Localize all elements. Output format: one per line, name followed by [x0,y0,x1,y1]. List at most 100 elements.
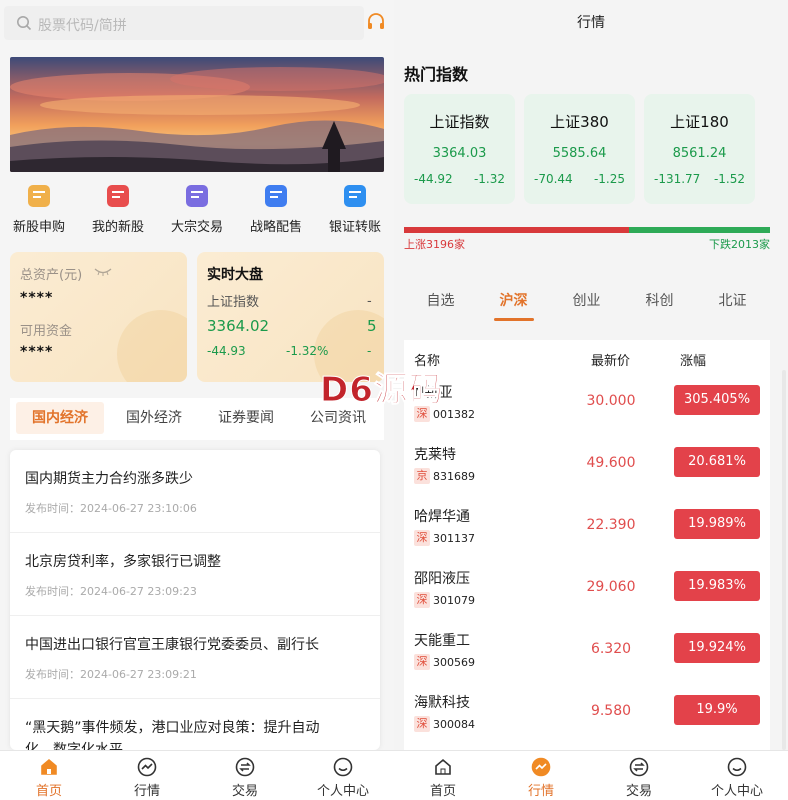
market-badge: 深 [414,654,430,670]
page-title: 行情 [577,15,605,31]
assets-card[interactable]: 总资产(元) **** 可用资金 **** [10,252,187,382]
stock-code: 831689 [433,470,475,483]
news-tab-2[interactable]: 证券要闻 [202,398,290,438]
news-tab-1[interactable]: 国外经济 [110,398,198,438]
quick-action-4[interactable]: 银证转账 [316,182,394,235]
quick-action-label: 银证转账 [328,220,381,235]
stock-name: 海默科技 [414,695,470,711]
stock-price: 49.600 [586,455,636,471]
index-card-price: 5585.64 [552,146,607,161]
hot-indices-title: 热门指数 [404,65,469,84]
tab-trade[interactable]: 交易 [590,751,688,800]
decline-count: 下跌2013家 [709,238,770,251]
search-icon [17,16,32,31]
advance-count: 上涨3196家 [404,238,465,251]
eye-closed-icon[interactable] [94,267,112,277]
total-assets-value: **** [20,290,54,306]
tab-trade[interactable]: 交易 [196,751,294,800]
next-index-price: 5 [367,317,377,335]
trade-icon [629,757,649,777]
stock-price: 29.060 [586,579,636,595]
stock-change-badge[interactable]: 305.405% [674,385,760,415]
scrollbar[interactable] [782,370,786,750]
index-change-pct: -1.32% [286,344,329,358]
news-time: 化、数字化水平 [25,742,123,750]
headset-icon[interactable] [366,12,386,32]
quick-action-3[interactable]: 战略配售 [237,182,315,235]
tab-profile[interactable]: 个人中心 [688,751,786,800]
news-tab-0[interactable]: 国内经济 [16,402,104,434]
market-tab-2[interactable]: 创业 [550,290,623,310]
market-icon [531,757,551,777]
news-item[interactable]: 北京房贷利率，多家银行已调整 发布时间：2024-06-27 23:09:23 [10,533,380,616]
market-overview-title: 实时大盘 [207,267,263,283]
market-tab-0[interactable]: 自选 [404,290,477,310]
news-title: 北京房贷利率，多家银行已调整 [25,554,221,570]
index-card-pct: -1.25 [593,172,625,186]
stock-change-badge[interactable]: 19.983% [674,571,760,601]
my-stock-icon [107,185,129,207]
tab-label: 行情 [133,784,160,799]
stock-row[interactable]: N新亚深 001382 30.000 305.405% [404,382,770,444]
stock-change-badge[interactable]: 20.681% [674,447,760,477]
index-name: 上证指数 [207,295,260,310]
tab-profile[interactable]: 个人中心 [294,751,392,800]
stock-price: 22.390 [586,517,636,533]
stock-row[interactable]: 天能重工深 300569 6.320 19.924% [404,630,770,692]
index-card-change: -44.92 [414,172,453,186]
tab-home[interactable]: 首页 [0,751,98,800]
news-item[interactable]: 中国进出口银行官宣王康银行党委委员、副行长 发布时间：2024-06-27 23:… [10,616,380,699]
quick-action-1[interactable]: 我的新股 [79,182,157,235]
stock-row[interactable]: 克莱特京 831689 49.600 20.681% [404,444,770,506]
stock-row[interactable]: 海默科技深 300084 9.580 19.9% [404,692,770,750]
home-icon [435,758,451,775]
index-card-price: 8561.24 [672,146,727,161]
bank-transfer-icon [344,185,366,207]
col-change-header[interactable]: 涨幅 [680,350,706,369]
block-trade-icon [186,185,208,207]
profile-icon [727,757,747,777]
market-tab-4[interactable]: 北证 [696,290,769,310]
market-badge: 深 [414,530,430,546]
news-item[interactable]: “黑天鹅”事件频发，港口业应对良策：提升自动 化、数字化水平 [10,699,380,750]
quick-action-0[interactable]: 新股申购 [0,182,78,235]
stock-change-badge[interactable]: 19.924% [674,633,760,663]
trade-icon [235,757,255,777]
index-card[interactable]: 上证380 5585.64 -70.44 -1.25 [524,94,635,204]
stock-name: 哈焊华通 [414,509,470,525]
stock-code: 301137 [433,532,475,545]
market-icon [137,757,157,777]
stock-code: 301079 [433,594,475,607]
placement-icon [265,185,287,207]
profile-icon [333,757,353,777]
search-input[interactable]: 股票代码/简拼 [4,6,364,40]
tab-label: 行情 [527,784,554,799]
banner-image[interactable] [10,57,384,172]
tab-label: 交易 [625,784,652,799]
quick-action-label: 战略配售 [249,220,302,235]
stock-name: 克莱特 [414,447,456,463]
tab-label: 交易 [231,784,258,799]
stock-change-badge[interactable]: 19.9% [674,695,760,725]
stock-table: 名称 最新价 涨幅 N新亚深 001382 30.000 305.405% 克莱特京 83… [404,340,770,750]
tab-market[interactable]: 行情 [492,751,590,800]
news-item[interactable]: 国内期货主力合约涨多跌少 发布时间：2024-06-27 23:10:06 [10,450,380,533]
yuan-watermark-icon [117,310,187,382]
index-card-pct: -1.52 [713,172,745,186]
stock-row[interactable]: 哈焊华通深 301137 22.390 19.989% [404,506,770,568]
stock-name: 邵阳液压 [414,571,470,587]
col-price-header[interactable]: 最新价 [591,350,630,369]
market-tab-3[interactable]: 科创 [623,290,696,310]
stock-row[interactable]: 邵阳液压深 301079 29.060 19.983% [404,568,770,630]
stock-price: 30.000 [586,393,636,409]
stock-change-badge[interactable]: 19.989% [674,509,760,539]
market-tab-1[interactable]: 沪深 [477,290,550,321]
tab-home[interactable]: 首页 [394,751,492,800]
tab-market[interactable]: 行情 [98,751,196,800]
market-badge: 深 [414,716,430,732]
index-card[interactable]: 上证180 8561.24 -131.77 -1.52 [644,94,755,204]
quick-action-2[interactable]: 大宗交易 [158,182,236,235]
tab-label: 首页 [35,784,62,799]
ipo-icon [28,185,50,207]
index-card[interactable]: 上证指数 3364.03 -44.92 -1.32 [404,94,515,204]
